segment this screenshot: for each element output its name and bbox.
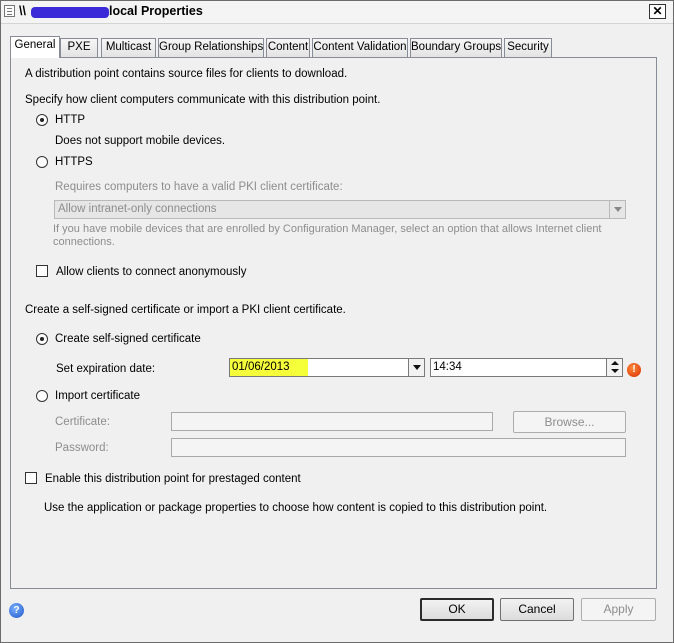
mobile-devices-note: If you have mobile devices that are enro…	[53, 223, 602, 248]
help-icon[interactable]: ?	[9, 603, 24, 618]
intranet-connections-value: Allow intranet-only connections	[58, 203, 217, 215]
http-radio[interactable]	[36, 114, 48, 126]
certificate-field[interactable]	[171, 412, 493, 431]
password-field[interactable]	[171, 438, 626, 457]
cancel-button[interactable]: Cancel	[500, 598, 574, 621]
tab-group-relationships[interactable]: Group Relationships	[158, 38, 264, 57]
https-note: Requires computers to have a valid PKI c…	[55, 181, 343, 193]
https-radio[interactable]	[36, 156, 48, 168]
time-spinner-icon[interactable]	[606, 359, 622, 376]
communication-heading: Specify how client computers communicate…	[25, 94, 381, 106]
ok-button[interactable]: OK	[420, 598, 494, 621]
https-label[interactable]: HTTPS	[55, 156, 93, 168]
properties-window-icon	[4, 5, 15, 17]
import-certificate-label[interactable]: Import certificate	[55, 390, 140, 402]
password-label: Password:	[55, 442, 109, 454]
expiration-time-value[interactable]: 14:34	[431, 361, 462, 373]
expiration-time-field[interactable]: 14:34	[430, 358, 623, 377]
prestaged-label[interactable]: Enable this distribution point for prest…	[45, 473, 301, 485]
tab-general[interactable]: General	[10, 36, 60, 58]
http-label[interactable]: HTTP	[55, 114, 85, 126]
expiration-label: Set expiration date:	[56, 363, 156, 375]
import-certificate-radio[interactable]	[36, 390, 48, 402]
self-signed-label[interactable]: Create self-signed certificate	[55, 333, 201, 345]
properties-dialog: \\ local Properties ✕ General PXE Multic…	[0, 0, 674, 643]
tab-security[interactable]: Security	[504, 38, 552, 57]
tab-content-validation[interactable]: Content Validation	[312, 38, 408, 57]
expiration-date-value[interactable]: 01/06/2013	[230, 359, 308, 376]
anonymous-checkbox[interactable]	[36, 265, 48, 277]
tab-boundary-groups[interactable]: Boundary Groups	[410, 38, 502, 57]
calendar-dropdown-icon[interactable]	[408, 359, 424, 376]
close-icon[interactable]: ✕	[649, 4, 666, 19]
prestaged-checkbox[interactable]	[25, 472, 37, 484]
anonymous-label[interactable]: Allow clients to connect anonymously	[56, 266, 247, 278]
certificate-heading: Create a self-signed certificate or impo…	[25, 304, 346, 316]
browse-button[interactable]: Browse...	[513, 411, 626, 433]
redacted-server-name	[31, 7, 109, 18]
tab-multicast[interactable]: Multicast	[101, 38, 156, 57]
title-prefix: \\	[19, 4, 26, 18]
intro-text: A distribution point contains source fil…	[25, 68, 348, 80]
apply-button[interactable]: Apply	[581, 598, 656, 621]
prestaged-note: Use the application or package propertie…	[44, 502, 548, 514]
title-bar: \\ local Properties ✕	[1, 1, 673, 24]
http-note: Does not support mobile devices.	[55, 135, 226, 147]
error-icon: !	[627, 363, 641, 377]
self-signed-radio[interactable]	[36, 333, 48, 345]
intranet-connections-select[interactable]: Allow intranet-only connections	[54, 200, 626, 219]
chevron-down-icon[interactable]	[609, 201, 625, 218]
certificate-label: Certificate:	[55, 416, 110, 428]
window-title: local Properties	[109, 4, 203, 18]
tab-content[interactable]: Content	[266, 38, 310, 57]
tab-pxe[interactable]: PXE	[60, 38, 98, 57]
expiration-date-picker[interactable]: 01/06/2013	[229, 358, 425, 377]
